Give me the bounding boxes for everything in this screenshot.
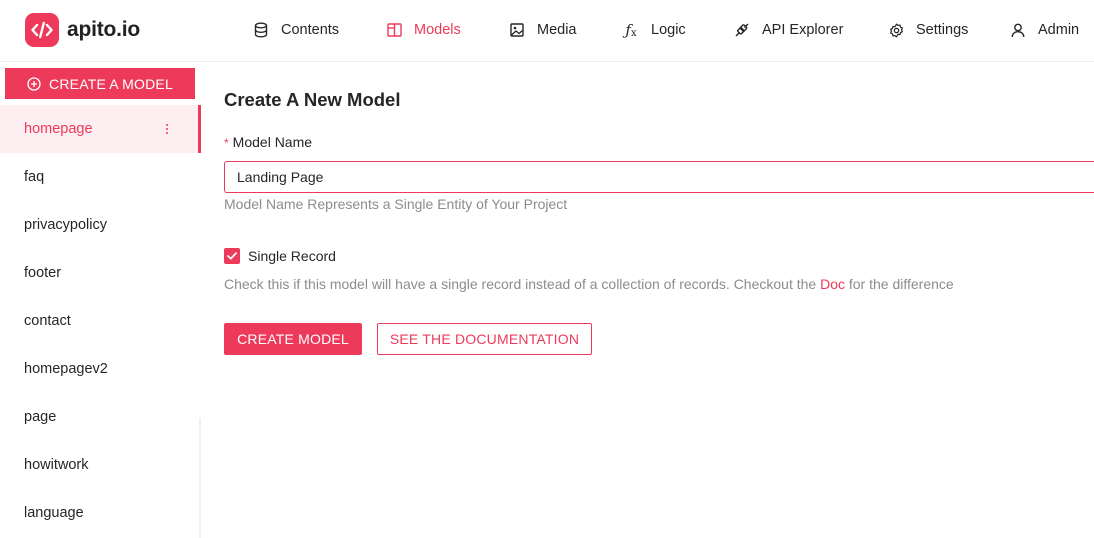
nav-admin[interactable]: Admin [1010,20,1079,40]
create-a-model-button[interactable]: CREATE A MODEL [5,68,195,99]
more-options-icon[interactable] [160,121,174,137]
function-icon: ƒx [625,21,637,39]
sidebar-item-language[interactable]: language [0,489,201,537]
sidebar-item-footer[interactable]: footer [0,249,201,297]
nav-media[interactable]: Media [509,20,577,40]
see-documentation-button[interactable]: SEE THE DOCUMENTATION [377,323,592,355]
single-record-checkbox-row[interactable]: Single Record [224,248,336,264]
sidebar-item-contact[interactable]: contact [0,297,201,345]
code-brackets-icon [25,13,59,47]
model-name-label: * Model Name [224,134,313,150]
gear-icon [888,22,904,38]
app-name: apito.io [67,18,141,41]
page-title: Create A New Model [224,89,401,110]
model-name-input[interactable] [224,161,1094,193]
nav-contents[interactable]: Contents [253,20,339,40]
sidebar-item-howitwork[interactable]: howitwork [0,441,201,489]
nav-api-explorer[interactable]: API Explorer [734,20,843,40]
plus-circle-icon [27,76,41,91]
single-record-help: Check this if this model will have a sin… [224,276,954,292]
required-mark: * [224,136,229,150]
nav-settings[interactable]: Settings [888,20,968,40]
nav-logic[interactable]: ƒx Logic [623,20,685,40]
database-icon [253,22,269,38]
sidebar-item-homepage[interactable]: homepage [0,105,201,153]
doc-link[interactable]: Doc [820,276,845,292]
sidebar-item-privacypolicy[interactable]: privacypolicy [0,201,201,249]
api-icon [734,22,750,38]
single-record-label: Single Record [248,248,336,264]
checkmark-icon [227,252,237,260]
model-list: homepage faq privacypolicy footer contac… [0,105,201,537]
single-record-checkbox[interactable] [224,248,240,264]
models-sidebar: CREATE A MODEL homepage faq privacypolic… [0,62,201,538]
top-header: apito.io Contents Models Media ƒx Logic … [0,0,1094,62]
app-logo[interactable]: apito.io [25,13,140,47]
model-name-help: Model Name Represents a Single Entity of… [224,196,568,212]
user-icon [1010,22,1026,38]
sidebar-item-faq[interactable]: faq [0,153,201,201]
sidebar-item-homepagev2[interactable]: homepagev2 [0,345,201,393]
layout-icon [386,22,402,38]
sidebar-item-page[interactable]: page [0,393,201,441]
sidebar-scrollbar[interactable] [199,418,201,538]
nav-models[interactable]: Models [386,20,461,40]
create-model-button[interactable]: CREATE MODEL [224,323,362,355]
image-icon [509,22,525,38]
